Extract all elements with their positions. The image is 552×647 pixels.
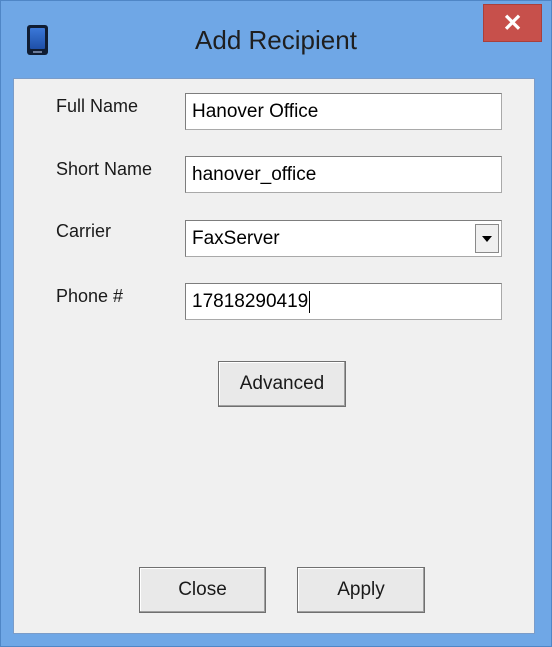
text-caret	[309, 290, 311, 313]
advanced-button[interactable]: Advanced	[218, 361, 346, 407]
title-bar[interactable]: Add Recipient ✕	[1, 1, 551, 78]
carrier-value: FaxServer	[192, 227, 280, 249]
short-name-field[interactable]: hanover_office	[185, 156, 502, 193]
full-name-value: Hanover Office	[192, 100, 319, 122]
close-icon: ✕	[502, 9, 523, 37]
phone-label: Phone #	[56, 286, 124, 306]
apply-button[interactable]: Apply	[297, 567, 425, 613]
dialog-body: Full Name Hanover Office Short Name hano…	[13, 78, 535, 634]
carrier-dropdown-button[interactable]	[475, 224, 499, 253]
short-name-value: hanover_office	[192, 163, 317, 185]
phone-field[interactable]: 17818290419	[185, 283, 502, 320]
close-button[interactable]: Close	[139, 567, 266, 613]
close-window-button[interactable]: ✕	[483, 4, 542, 42]
carrier-select[interactable]: FaxServer	[185, 220, 502, 257]
window-title: Add Recipient	[195, 25, 357, 55]
add-recipient-dialog: Add Recipient ✕ Full Name Hanover Office…	[0, 0, 552, 647]
full-name-field[interactable]: Hanover Office	[185, 93, 502, 130]
carrier-label: Carrier	[56, 221, 112, 241]
short-name-label: Short Name	[56, 159, 153, 179]
full-name-label: Full Name	[56, 96, 139, 116]
chevron-down-icon	[482, 235, 492, 242]
phone-value: 17818290419	[192, 290, 309, 312]
